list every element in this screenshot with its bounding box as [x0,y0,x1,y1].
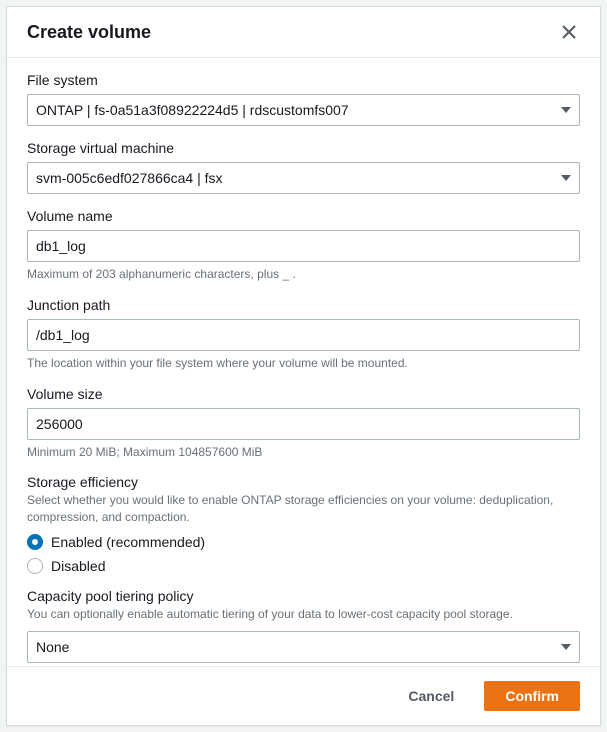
volume-size-helper: Minimum 20 MiB; Maximum 104857600 MiB [27,444,580,461]
svm-select[interactable]: svm-005c6edf027866ca4 | fsx [27,162,580,194]
junction-path-group: Junction path The location within your f… [27,297,580,372]
volume-size-label: Volume size [27,386,580,402]
close-button[interactable] [558,21,580,43]
tiering-label: Capacity pool tiering policy [27,588,580,604]
modal-title: Create volume [27,22,151,43]
radio-checked-icon [27,534,43,550]
volume-size-input[interactable] [27,408,580,440]
close-icon [562,25,576,39]
tiering-group: Capacity pool tiering policy You can opt… [27,588,580,663]
svm-group: Storage virtual machine svm-005c6edf0278… [27,140,580,194]
radio-disabled[interactable]: Disabled [27,558,580,574]
radio-unchecked-icon [27,558,43,574]
junction-path-label: Junction path [27,297,580,313]
tiering-helper: You can optionally enable automatic tier… [27,606,580,623]
volume-name-label: Volume name [27,208,580,224]
radio-disabled-label: Disabled [51,558,105,574]
file-system-label: File system [27,72,580,88]
modal-footer: Cancel Confirm [7,666,600,725]
volume-name-input[interactable] [27,230,580,262]
tiering-select[interactable]: None [27,631,580,663]
svm-label: Storage virtual machine [27,140,580,156]
radio-enabled-label: Enabled (recommended) [51,534,205,550]
caret-down-icon [561,107,571,113]
storage-efficiency-helper: Select whether you would like to enable … [27,492,580,526]
cancel-button[interactable]: Cancel [388,681,474,711]
caret-down-icon [561,175,571,181]
radio-enabled[interactable]: Enabled (recommended) [27,534,580,550]
caret-down-icon [561,644,571,650]
svm-value: svm-005c6edf027866ca4 | fsx [36,170,223,186]
file-system-group: File system ONTAP | fs-0a51a3f08922224d5… [27,72,580,126]
modal-header: Create volume [7,7,600,58]
storage-efficiency-label: Storage efficiency [27,474,580,490]
confirm-button[interactable]: Confirm [484,681,580,711]
volume-size-group: Volume size Minimum 20 MiB; Maximum 1048… [27,386,580,461]
file-system-value: ONTAP | fs-0a51a3f08922224d5 | rdscustom… [36,102,349,118]
volume-name-group: Volume name Maximum of 203 alphanumeric … [27,208,580,283]
file-system-select[interactable]: ONTAP | fs-0a51a3f08922224d5 | rdscustom… [27,94,580,126]
volume-name-helper: Maximum of 203 alphanumeric characters, … [27,266,580,283]
create-volume-modal: Create volume File system ONTAP | fs-0a5… [6,6,601,726]
junction-path-helper: The location within your file system whe… [27,355,580,372]
storage-efficiency-radios: Enabled (recommended) Disabled [27,534,580,574]
storage-efficiency-group: Storage efficiency Select whether you wo… [27,474,580,574]
tiering-value: None [36,639,69,655]
modal-body: File system ONTAP | fs-0a51a3f08922224d5… [7,58,600,666]
junction-path-input[interactable] [27,319,580,351]
